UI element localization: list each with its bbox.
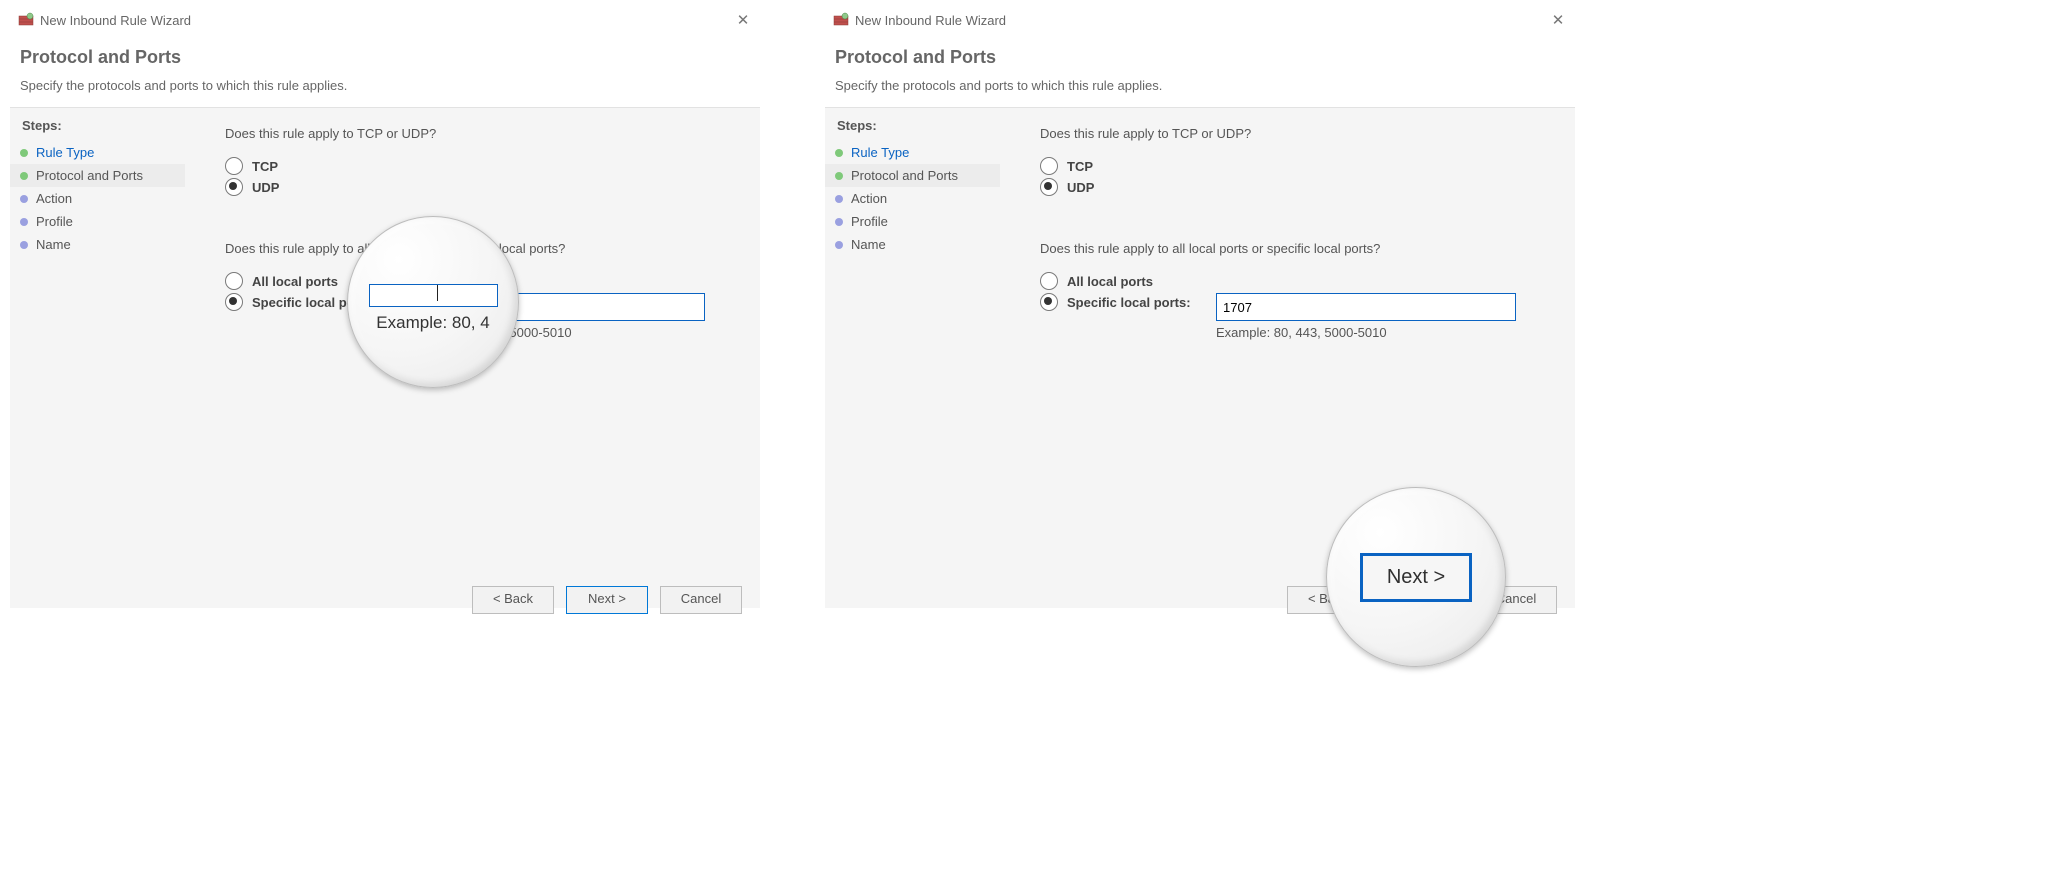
back-button[interactable]: < Back (472, 586, 554, 614)
radio-label: All local ports (252, 274, 338, 289)
step-label: Protocol and Ports (851, 168, 958, 183)
step-rule-type[interactable]: Rule Type (825, 141, 1000, 164)
firewall-icon (18, 12, 34, 28)
step-action[interactable]: Action (10, 187, 185, 210)
radio-icon (225, 272, 243, 290)
step-label: Name (851, 237, 886, 252)
step-label: Profile (851, 214, 888, 229)
specific-ports-input[interactable] (1216, 293, 1516, 321)
step-label: Action (851, 191, 887, 206)
step-rule-type[interactable]: Rule Type (10, 141, 185, 164)
radio-icon (225, 178, 243, 196)
page-description: Specify the protocols and ports to which… (835, 78, 1575, 93)
radio-icon (225, 293, 243, 311)
step-label: Rule Type (36, 145, 94, 160)
titlebar: New Inbound Rule Wizard ✕ (10, 5, 760, 35)
page-description: Specify the protocols and ports to which… (20, 78, 760, 93)
step-dot-icon (835, 195, 843, 203)
radio-specific-ports[interactable]: Specific local ports: (1040, 293, 1216, 311)
protocol-question: Does this rule apply to TCP or UDP? (225, 126, 728, 141)
step-label: Action (36, 191, 72, 206)
close-icon[interactable]: ✕ (732, 9, 754, 31)
step-dot-icon (835, 241, 843, 249)
protocol-question: Does this rule apply to TCP or UDP? (1040, 126, 1543, 141)
steps-sidebar: Steps: Rule Type Protocol and Ports Acti… (10, 108, 185, 608)
page-title: Protocol and Ports (835, 47, 1575, 68)
step-label: Protocol and Ports (36, 168, 143, 183)
step-dot-icon (20, 241, 28, 249)
steps-header: Steps: (825, 118, 1000, 141)
ports-example: Example: 80, 443, 5000-5010 (1216, 325, 1516, 340)
radio-label: UDP (252, 180, 279, 195)
magnifier-next-button: Next > (1360, 553, 1472, 602)
window-title: New Inbound Rule Wizard (40, 13, 191, 28)
step-protocol-and-ports[interactable]: Protocol and Ports (825, 164, 1000, 187)
page-title: Protocol and Ports (20, 47, 760, 68)
radio-label: All local ports (1067, 274, 1153, 289)
step-label: Name (36, 237, 71, 252)
firewall-icon (833, 12, 849, 28)
cancel-button[interactable]: Cancel (660, 586, 742, 614)
magnifier-example-crop: Example: 80, 4 (369, 313, 498, 333)
radio-icon (1040, 157, 1058, 175)
step-dot-icon (20, 195, 28, 203)
step-name[interactable]: Name (10, 233, 185, 256)
radio-icon (1040, 178, 1058, 196)
step-name[interactable]: Name (825, 233, 1000, 256)
step-dot-icon (835, 172, 843, 180)
radio-icon (1040, 293, 1058, 311)
step-dot-icon (20, 218, 28, 226)
step-profile[interactable]: Profile (10, 210, 185, 233)
magnifier-input: Example: 80, 4 (347, 216, 519, 388)
radio-label: TCP (1067, 159, 1093, 174)
radio-tcp[interactable]: TCP (225, 157, 728, 175)
steps-header: Steps: (10, 118, 185, 141)
window-title: New Inbound Rule Wizard (855, 13, 1006, 28)
button-bar: < Back Next > Cancel (472, 586, 742, 614)
steps-sidebar: Steps: Rule Type Protocol and Ports Acti… (825, 108, 1000, 608)
ports-question: Does this rule apply to all local ports … (1040, 241, 1543, 256)
step-label: Rule Type (851, 145, 909, 160)
radio-icon (225, 157, 243, 175)
magnifier-next: Next > (1326, 487, 1506, 667)
caret-icon (437, 285, 438, 301)
radio-label: UDP (1067, 180, 1094, 195)
step-dot-icon (835, 149, 843, 157)
step-protocol-and-ports[interactable]: Protocol and Ports (10, 164, 185, 187)
radio-tcp[interactable]: TCP (1040, 157, 1543, 175)
radio-label: Specific local ports: (1067, 295, 1191, 310)
radio-label: TCP (252, 159, 278, 174)
step-action[interactable]: Action (825, 187, 1000, 210)
step-profile[interactable]: Profile (825, 210, 1000, 233)
step-label: Profile (36, 214, 73, 229)
radio-icon (1040, 272, 1058, 290)
radio-udp[interactable]: UDP (1040, 178, 1543, 196)
radio-udp[interactable]: UDP (225, 178, 728, 196)
titlebar: New Inbound Rule Wizard ✕ (825, 5, 1575, 35)
step-dot-icon (20, 172, 28, 180)
step-dot-icon (835, 218, 843, 226)
next-button[interactable]: Next > (566, 586, 648, 614)
radio-all-ports[interactable]: All local ports (1040, 272, 1543, 290)
step-dot-icon (20, 149, 28, 157)
magnifier-input-box (369, 284, 498, 307)
close-icon[interactable]: ✕ (1547, 9, 1569, 31)
